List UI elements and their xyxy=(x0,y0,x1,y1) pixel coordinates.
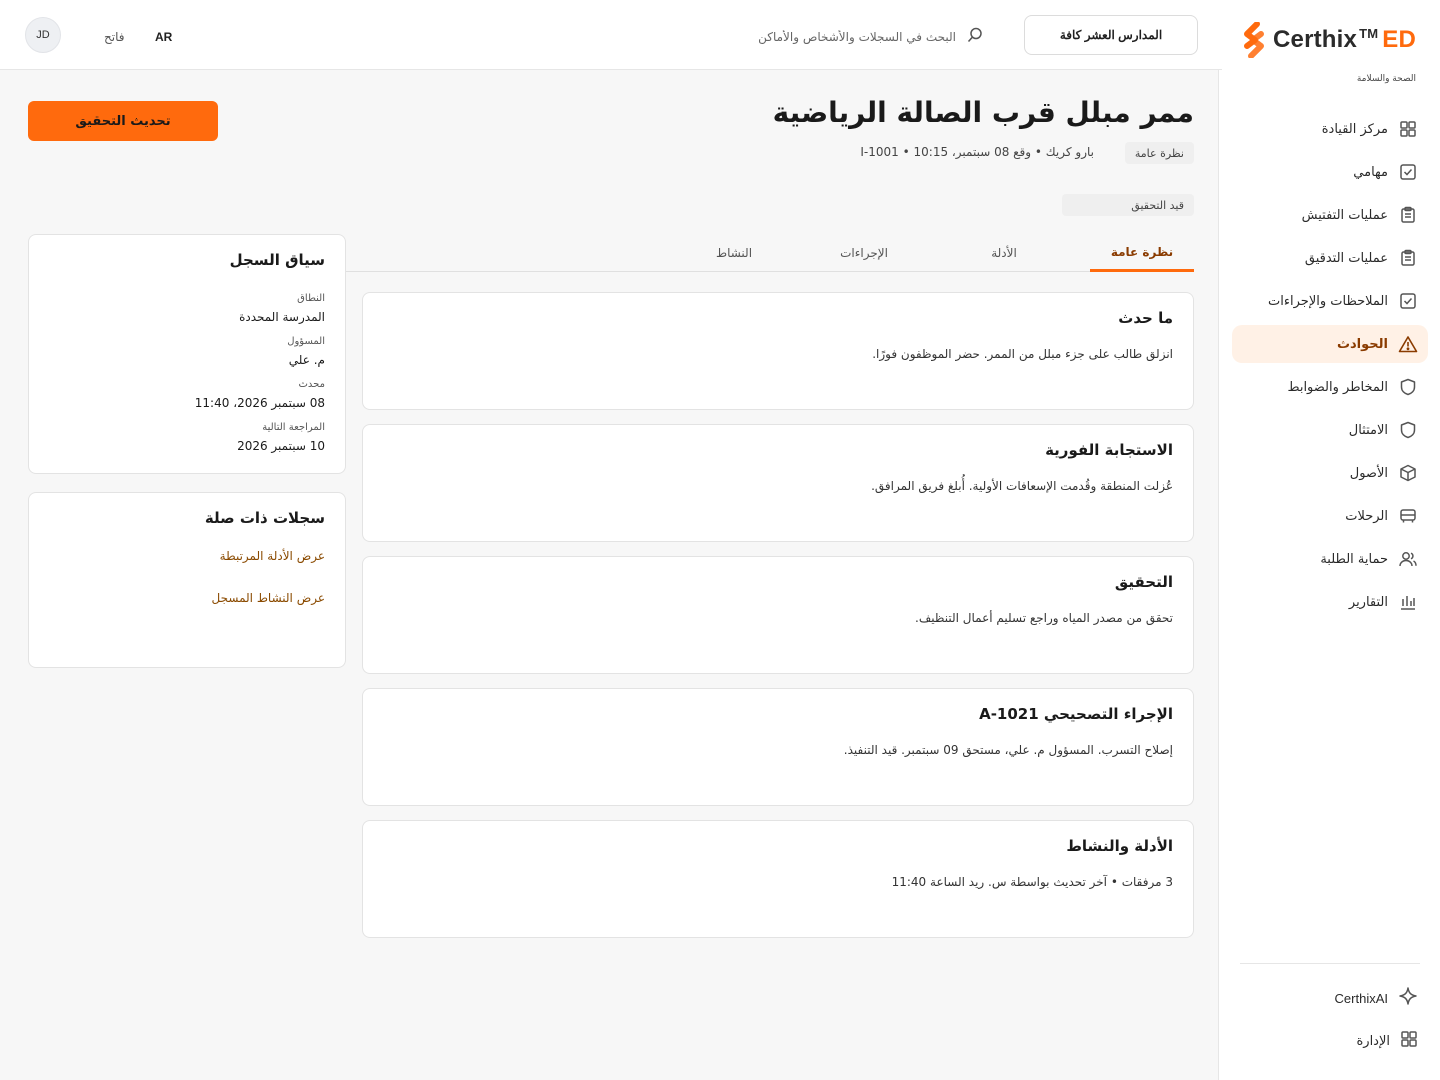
box-icon xyxy=(1398,463,1418,483)
scope-selector-button[interactable]: المدارس العشر كافة xyxy=(1024,15,1198,55)
users-icon xyxy=(1398,549,1418,569)
avatar[interactable]: JD xyxy=(25,17,61,53)
overview-chip: نظرة عامة xyxy=(1124,142,1194,164)
sidebar-item-certhix-ai[interactable]: CerthixAI xyxy=(1335,986,1418,1010)
theme-toggle[interactable]: فاتح xyxy=(104,30,124,44)
sidebar-item-label: الملاحظات والإجراءات xyxy=(1268,293,1388,309)
linked-evidence-link[interactable]: عرض الأدلة المرتبطة xyxy=(220,549,325,563)
sidebar-item-assets[interactable]: الأصول xyxy=(1232,454,1428,492)
clipboard-icon xyxy=(1398,248,1418,268)
sidebar-item-my-tasks[interactable]: مهامي xyxy=(1232,153,1428,191)
shield-icon xyxy=(1398,420,1418,440)
sidebar-item-admin[interactable]: الإدارة xyxy=(1356,1030,1418,1052)
field-label-scope: النطاق xyxy=(297,293,325,304)
card-body: تحقق من مصدر المياه وراجع تسليم أعمال ال… xyxy=(915,611,1173,625)
sidebar-item-command-center[interactable]: مركز القيادة xyxy=(1232,110,1428,148)
sidebar-item-compliance[interactable]: الامتثال xyxy=(1232,411,1428,449)
clipboard-icon xyxy=(1398,205,1418,225)
sidebar-item-label: الأصول xyxy=(1349,465,1388,481)
sparkle-icon xyxy=(1398,986,1418,1010)
check-square-icon xyxy=(1398,291,1418,311)
card-title: الاستجابة الفورية xyxy=(1045,441,1173,459)
corrective-action-card: الإجراء التصحيحي A-1021 إصلاح التسرب. ال… xyxy=(362,688,1194,806)
tab-overview[interactable]: نظرة عامة xyxy=(1090,234,1194,272)
bus-icon xyxy=(1398,506,1418,526)
sidebar-item-label: مهامي xyxy=(1353,164,1388,180)
brand-logo[interactable]: Certhix TM ED xyxy=(1241,22,1416,58)
sidebar-item-risks[interactable]: المخاطر والضوابط xyxy=(1232,368,1428,406)
brand-tm: TM xyxy=(1359,26,1379,41)
card-title: الأدلة والنشاط xyxy=(1066,837,1173,855)
sidebar-item-label: CerthixAI xyxy=(1334,990,1388,1006)
sidebar-item-audits[interactable]: عمليات التدقيق xyxy=(1232,239,1428,277)
tab-activity[interactable]: النشاط xyxy=(694,234,774,272)
sidebar-item-label: الإدارة xyxy=(1356,1033,1390,1049)
logo-mark-icon xyxy=(1241,22,1267,58)
sidebar-item-inspections[interactable]: عمليات التفتيش xyxy=(1232,196,1428,234)
check-square-icon xyxy=(1398,162,1418,182)
sidebar-item-label: عمليات التدقيق xyxy=(1304,250,1388,266)
top-bar: المدارس العشر كافة AR فاتح JD xyxy=(0,0,1222,70)
field-label-owner: المسؤول xyxy=(287,336,325,347)
sidebar-divider xyxy=(1240,963,1420,964)
evidence-activity-card: الأدلة والنشاط 3 مرفقات • آخر تحديث بواس… xyxy=(362,820,1194,938)
sidebar-item-label: الامتثال xyxy=(1348,422,1388,438)
record-context-panel: سياق السجل النطاق المدرسة المحددة المسؤو… xyxy=(28,234,346,474)
sidebar-item-label: التقارير xyxy=(1348,594,1388,610)
sidebar-item-observations[interactable]: الملاحظات والإجراءات xyxy=(1232,282,1428,320)
card-title: الإجراء التصحيحي A-1021 xyxy=(979,705,1173,723)
card-body: عُزلت المنطقة وقُدمت الإسعافات الأولية. … xyxy=(871,479,1173,493)
logged-activity-link[interactable]: عرض النشاط المسجل xyxy=(212,591,325,605)
grid-icon xyxy=(1398,119,1418,139)
panel-title: سياق السجل xyxy=(229,251,325,269)
field-label-updated: محدث xyxy=(298,379,325,390)
field-label-next-review: المراجعة التالية xyxy=(262,422,325,433)
sidebar-item-label: عمليات التفتيش xyxy=(1301,207,1388,223)
sidebar-item-trips[interactable]: الرحلات xyxy=(1232,497,1428,535)
immediate-response-card: الاستجابة الفورية عُزلت المنطقة وقُدمت ا… xyxy=(362,424,1194,542)
card-title: ما حدث xyxy=(1118,309,1173,327)
grid-icon xyxy=(1400,1030,1418,1052)
tab-evidence[interactable]: الأدلة xyxy=(964,234,1044,272)
brand-subtitle: الصحة والسلامة xyxy=(1356,74,1416,84)
sidebar-item-label: المخاطر والضوابط xyxy=(1287,379,1388,395)
search-input[interactable] xyxy=(756,30,956,44)
search-icon[interactable] xyxy=(966,26,984,48)
card-title: التحقيق xyxy=(1114,573,1173,591)
what-happened-card: ما حدث انزلق طالب على جزء مبلل من الممر.… xyxy=(362,292,1194,410)
status-badge: قيد التحقيق xyxy=(1062,194,1194,216)
panel-title: سجلات ذات صلة xyxy=(204,509,325,527)
field-value-scope: المدرسة المحددة xyxy=(239,310,325,324)
brand-name: Certhix TM ED xyxy=(1273,26,1416,54)
shield-icon xyxy=(1398,377,1418,397)
sidebar-item-student-protection[interactable]: حماية الطلبة xyxy=(1232,540,1428,578)
sidebar: Certhix TM ED الصحة والسلامة مركز القيادة … xyxy=(1218,0,1440,1080)
tab-actions[interactable]: الإجراءات xyxy=(814,234,914,272)
sidebar-nav: مركز القيادة مهامي عمليات التفتيش عمليات… xyxy=(1232,110,1428,626)
field-value-updated: 08 سبتمبر 2026، 11:40 xyxy=(194,396,325,410)
global-search xyxy=(756,26,984,48)
brand-suffix: ED xyxy=(1382,26,1416,53)
sidebar-item-label: مركز القيادة xyxy=(1321,121,1388,137)
field-value-owner: م. علي xyxy=(288,353,325,367)
card-body: انزلق طالب على جزء مبلل من الممر. حضر ال… xyxy=(872,347,1173,361)
field-value-next-review: 10 سبتمبر 2026 xyxy=(237,439,325,453)
sidebar-item-incidents[interactable]: الحوادث xyxy=(1232,325,1428,363)
record-tabs: نظرة عامة الأدلة الإجراءات النشاط xyxy=(346,234,1194,272)
brand-name-text: Certhix xyxy=(1272,26,1358,53)
bar-chart-icon xyxy=(1398,592,1418,612)
card-body: إصلاح التسرب. المسؤول م. علي، مستحق 09 س… xyxy=(843,743,1173,757)
language-toggle[interactable]: AR xyxy=(155,30,172,44)
warning-icon xyxy=(1398,334,1418,354)
sidebar-item-label: حماية الطلبة xyxy=(1320,551,1388,567)
investigation-card: التحقيق تحقق من مصدر المياه وراجع تسليم … xyxy=(362,556,1194,674)
card-body: 3 مرفقات • آخر تحديث بواسطة س. ريد الساع… xyxy=(891,875,1173,889)
sidebar-item-label: الرحلات xyxy=(1345,508,1388,524)
update-investigation-button[interactable]: تحديث التحقيق xyxy=(28,101,218,141)
page-title: ممر مبلل قرب الصالة الرياضية xyxy=(772,96,1194,129)
record-meta: بارو كريك • وقع 08 سبتمبر، 10:15 • I-100… xyxy=(860,145,1094,159)
sidebar-item-reports[interactable]: التقارير xyxy=(1232,583,1428,621)
sidebar-item-label: الحوادث xyxy=(1336,336,1388,352)
related-records-panel: سجلات ذات صلة عرض الأدلة المرتبطة عرض ال… xyxy=(28,492,346,668)
